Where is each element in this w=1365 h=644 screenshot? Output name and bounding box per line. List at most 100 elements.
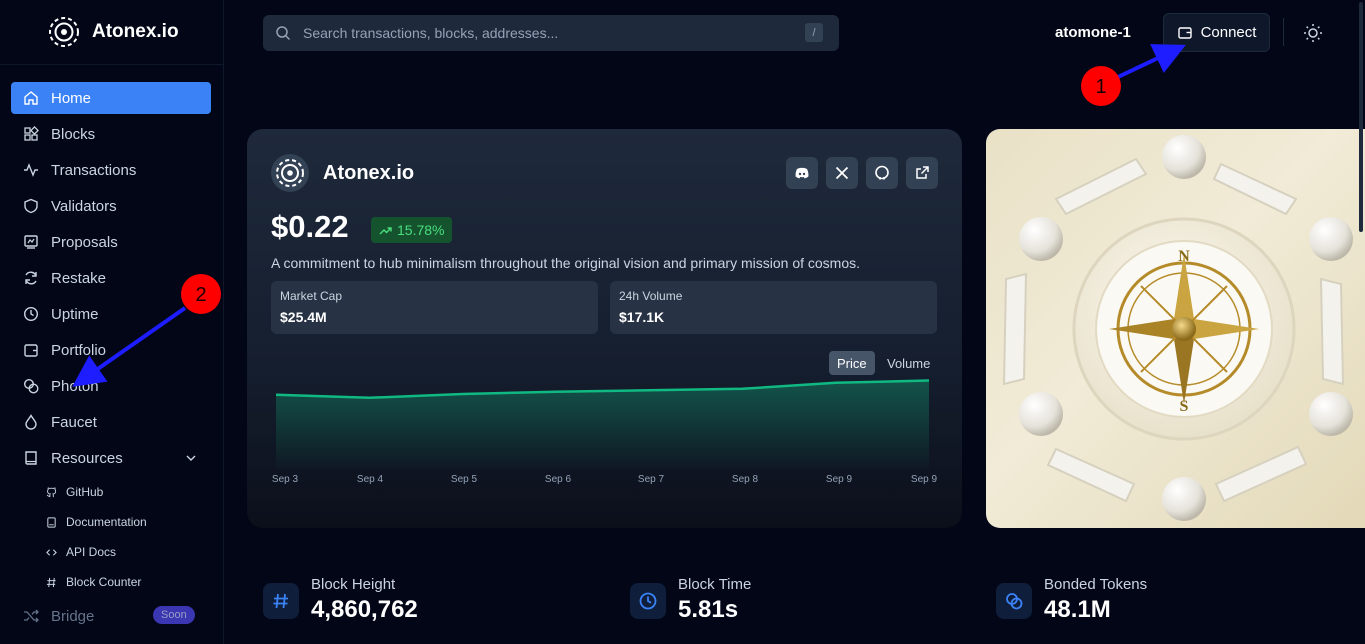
- price-chart: [275, 379, 930, 469]
- hash-icon: [46, 577, 57, 588]
- sidebar-subitem-api-docs[interactable]: API Docs: [46, 537, 206, 567]
- sidebar-item-uptime[interactable]: Uptime: [11, 298, 211, 330]
- sidebar-item-label: Home: [51, 89, 92, 107]
- clock-icon: [630, 583, 666, 619]
- market-cap-label: Market Cap: [280, 289, 343, 303]
- price-toggle[interactable]: Price: [829, 351, 875, 375]
- github-icon: [46, 486, 57, 498]
- sidebar-item-home[interactable]: Home: [11, 82, 211, 114]
- compass-letter-n: N: [1178, 248, 1190, 265]
- sidebar-item-blocks[interactable]: Blocks: [11, 118, 211, 150]
- token-description: A commitment to hub minimalism throughou…: [271, 255, 861, 271]
- soon-badge: Soon: [153, 606, 195, 624]
- sidebar-item-faucet[interactable]: Faucet: [11, 406, 211, 438]
- search-icon: [276, 26, 291, 41]
- home-icon: [23, 90, 39, 106]
- search-bar[interactable]: /: [263, 15, 839, 51]
- sidebar-item-label: Proposals: [51, 233, 118, 251]
- brand-name: Atonex.io: [92, 21, 179, 42]
- sidebar-item-label: Bridge: [51, 607, 95, 625]
- connect-button[interactable]: Connect: [1163, 13, 1270, 52]
- x-icon: [835, 166, 849, 180]
- refresh-icon: [23, 270, 39, 286]
- x-tick-label: Sep 4: [356, 474, 384, 485]
- sidebar-item-proposals[interactable]: Proposals: [11, 226, 211, 258]
- stat-label: Block Time: [678, 576, 752, 593]
- search-shortcut-badge: /: [805, 23, 823, 42]
- divider: [0, 64, 224, 65]
- chevron-down-icon[interactable]: [185, 452, 197, 464]
- volume-box: 24h Volume $17.1K: [610, 281, 937, 334]
- document-icon: [46, 516, 57, 528]
- sidebar-subitem-github[interactable]: GitHub: [46, 477, 206, 507]
- x-twitter-button[interactable]: [826, 157, 858, 189]
- brand[interactable]: Atonex.io: [48, 16, 179, 48]
- sidebar-subitem-label: Block Counter: [66, 575, 142, 589]
- trending-up-icon: [379, 226, 392, 234]
- connect-label: Connect: [1200, 24, 1257, 41]
- sidebar-item-transactions[interactable]: Transactions: [11, 154, 211, 186]
- discord-button[interactable]: [786, 157, 818, 189]
- atonex-logo-icon: [271, 154, 309, 192]
- chain-id[interactable]: atomone-1: [1055, 24, 1131, 41]
- annotation-arrow: [1117, 44, 1186, 79]
- x-tick-label: Sep 3: [271, 474, 299, 485]
- clock-icon: [23, 306, 39, 322]
- x-tick-label: Sep 9: [910, 474, 938, 485]
- proposal-icon: [23, 234, 39, 250]
- sidebar-item-label: Blocks: [51, 125, 96, 143]
- wallet-icon: [23, 342, 39, 358]
- stat-value: 4,860,762: [311, 596, 418, 623]
- sidebar-item-photon[interactable]: Photon: [11, 370, 211, 402]
- page-scrollbar[interactable]: [1359, 2, 1363, 232]
- github-button[interactable]: [866, 157, 898, 189]
- x-tick-label: Sep 5: [450, 474, 478, 485]
- activity-icon: [23, 162, 39, 178]
- theme-toggle-sun-icon[interactable]: [1302, 22, 1324, 44]
- shuffle-icon: [23, 608, 39, 624]
- sidebar: Atonex.io Home Blocks Transactions Valid…: [0, 0, 224, 644]
- shield-icon: [23, 198, 39, 214]
- compass-illustration: N S: [1002, 135, 1353, 521]
- droplet-icon: [23, 414, 39, 430]
- x-tick-label: Sep 9: [825, 474, 853, 485]
- atonex-logo-icon: [49, 17, 79, 47]
- x-tick-label: Sep 6: [544, 474, 572, 485]
- sidebar-item-label: Photon: [51, 377, 99, 395]
- volume-toggle[interactable]: Volume: [879, 351, 938, 375]
- sidebar-item-restake[interactable]: Restake: [11, 262, 211, 294]
- sidebar-item-label: Uptime: [51, 305, 99, 323]
- stat-label: Block Height: [311, 576, 396, 593]
- search-input[interactable]: [303, 25, 783, 41]
- stat-value: 48.1M: [1044, 596, 1111, 623]
- discord-icon: [795, 167, 809, 179]
- volume-value: $17.1K: [619, 309, 665, 325]
- sidebar-item-label: Portfolio: [51, 341, 107, 359]
- coins-icon: [23, 378, 39, 394]
- market-cap-box: Market Cap $25.4M: [271, 281, 598, 334]
- sidebar-item-label: Restake: [51, 269, 107, 287]
- sidebar-item-validators[interactable]: Validators: [11, 190, 211, 222]
- sidebar-item-label: Validators: [51, 197, 117, 215]
- annotation-label-1: 1: [1095, 76, 1106, 98]
- volume-label: 24h Volume: [619, 289, 683, 303]
- book-icon: [23, 450, 39, 466]
- chart-area: [276, 380, 929, 469]
- stat-value: 5.81s: [678, 596, 739, 623]
- sidebar-subitem-label: GitHub: [66, 485, 104, 499]
- sidebar-item-bridge: Bridge Soon: [23, 601, 203, 631]
- sidebar-subitem-label: API Docs: [66, 545, 117, 559]
- price-change-badge: 15.78%: [371, 217, 453, 243]
- external-link-button[interactable]: [906, 157, 938, 189]
- divider: [1283, 18, 1284, 46]
- sidebar-nav: Home Blocks Transactions Validators Prop…: [11, 82, 211, 478]
- sidebar-subitem-documentation[interactable]: Documentation: [46, 507, 206, 537]
- sidebar-item-portfolio[interactable]: Portfolio: [11, 334, 211, 366]
- stat-label: Bonded Tokens: [1044, 576, 1148, 593]
- code-icon: [46, 547, 57, 558]
- hash-icon: [263, 583, 299, 619]
- external-link-icon: [916, 166, 929, 179]
- sidebar-item-resources[interactable]: Resources: [11, 442, 211, 474]
- sidebar-subitem-block-counter[interactable]: Block Counter: [46, 567, 206, 597]
- token-price: $0.22: [271, 209, 349, 244]
